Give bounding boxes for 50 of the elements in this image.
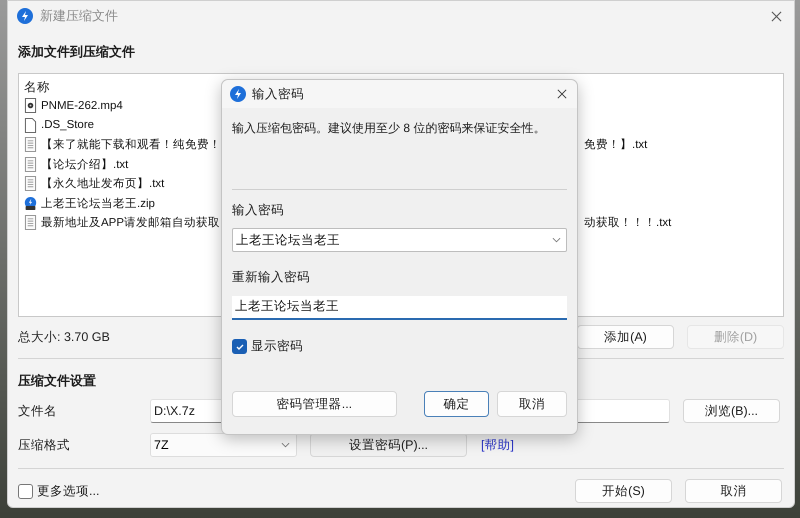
confirm-password-field[interactable]: 上老王论坛当老王 [232,296,567,320]
cancel-button[interactable]: 取消 [685,479,782,503]
close-icon[interactable] [771,10,782,22]
text-file-icon [24,176,37,192]
password-combo-field[interactable]: 上老王论坛当老王 [232,228,567,252]
file-name[interactable]: 最新地址及APP请发邮箱自动获取 [41,215,220,230]
checkbox[interactable] [232,339,247,354]
check-icon [234,342,244,352]
field-label: 重新输入密码 [232,269,311,286]
app-icon [17,8,33,24]
description-text: 输入压缩包密码。建议使用至少 8 位的密码来保证安全性。 [232,120,546,137]
checkbox[interactable] [18,484,33,498]
file-name[interactable]: 【永久地址发布页】.txt [41,176,164,192]
dialog-title: 输入密码 [252,86,304,102]
file-name[interactable]: 上老王论坛当老王.zip [41,196,155,211]
file-name[interactable]: .DS_Store [41,119,94,132]
window-title: 新建压缩文件 [40,7,118,25]
set-password-button[interactable]: 设置密码(P)... [310,433,467,457]
cancel-button[interactable]: 取消 [497,391,567,417]
column-header[interactable]: 名称 [24,78,50,96]
password-manager-button[interactable]: 密码管理器... [232,391,397,417]
archive-icon [24,196,37,211]
start-button[interactable]: 开始(S) [575,479,672,503]
field-label: 输入密码 [232,202,285,219]
browse-button[interactable]: 浏览(B)... [683,399,780,423]
caret-icon [552,237,561,243]
text-file-icon [24,137,37,152]
field-label: 压缩格式 [18,436,71,454]
file-name[interactable]: 免费！】.txt [584,137,648,152]
file-name[interactable]: 【来了就能下载和观看！纯免费！ [41,137,221,152]
file-icon [24,118,37,133]
text-file-icon [24,156,37,172]
text-file-icon [24,215,37,230]
format-dropdown[interactable]: 7Z [150,433,297,457]
list-action-button[interactable]: 添加(A) [577,325,674,349]
help-link[interactable]: [帮助] [481,436,514,454]
section-heading: 添加文件到压缩文件 [18,43,136,61]
caret-icon [281,442,290,448]
show-password-checkbox[interactable]: 显示密码 [232,338,567,355]
field-label: 文件名 [18,402,58,420]
file-name[interactable]: 动获取！！！.txt [584,215,672,230]
total-size: 总大小: 3.70 GB [18,328,110,346]
section-heading: 压缩文件设置 [18,372,97,390]
file-name[interactable]: PNME-262.mp4 [41,100,123,112]
ok-button[interactable]: 确定 [424,391,490,417]
video-file-icon [24,98,37,114]
app-icon [230,86,246,102]
more-options-checkbox[interactable]: 更多选项... [18,482,100,500]
close-icon[interactable] [557,89,567,99]
file-name[interactable]: 【论坛介绍】.txt [41,156,128,172]
